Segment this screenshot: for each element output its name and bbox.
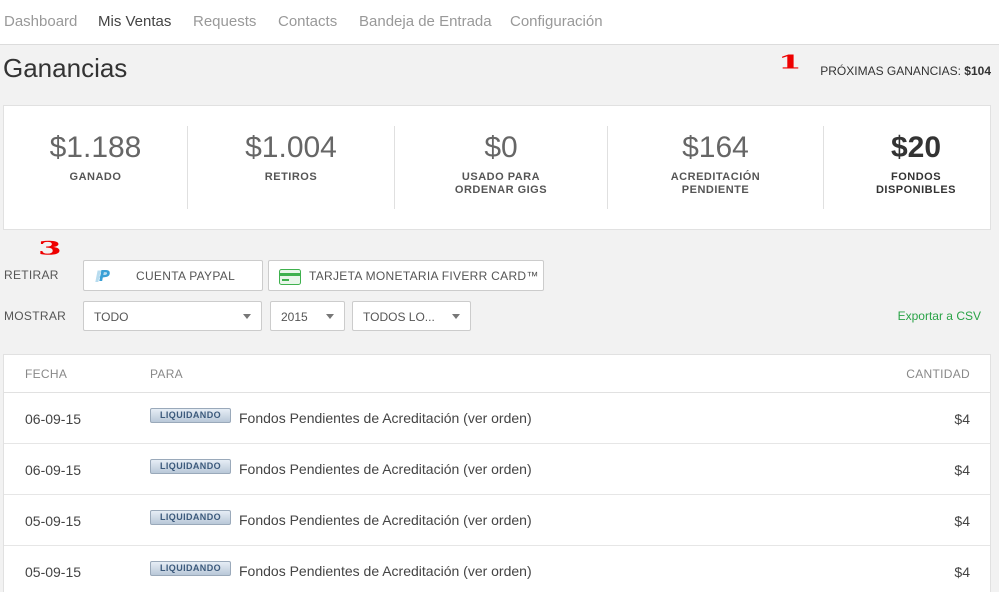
scope-select-value: TODOS LO... (363, 310, 435, 324)
chevron-down-icon (326, 314, 334, 319)
stat-label: ACREDITACIÓN PENDIENTE (608, 171, 823, 197)
row-date: 05-09-15 (25, 564, 82, 580)
page-title: Ganancias (3, 53, 128, 83)
tab-dashboard[interactable]: Dashboard (4, 13, 77, 30)
row-description-link[interactable]: Fondos Pendientes de Acreditación (ver o… (239, 461, 532, 477)
withdraw-label: RETIRAR (4, 268, 59, 282)
stat-label-line-2: PENDIENTE (681, 184, 750, 196)
stat-value: $0 (484, 131, 518, 164)
year-select[interactable]: 2015 (270, 301, 345, 331)
export-csv-link[interactable]: Exportar a CSV (898, 309, 981, 323)
row-description-link[interactable]: Fondos Pendientes de Acreditación (ver o… (239, 563, 532, 579)
tab-requests[interactable]: Requests (193, 13, 256, 30)
upcoming-earnings: PRÓXIMAS GANANCIAS: $104 (820, 64, 991, 78)
row-date: 05-09-15 (25, 513, 82, 529)
stat-label-line-2: ORDENAR GIGS (454, 184, 548, 196)
stat-label-line-1: USADO PARA (461, 171, 541, 183)
row-amount: $4 (954, 564, 970, 580)
withdraw-fiverr-card-label: TARJETA MONETARIA FIVERR CARD™ (309, 269, 539, 283)
table-row: 05-09-15 LIQUIDANDO Fondos Pendientes de… (4, 495, 990, 546)
column-header-date[interactable]: FECHA (25, 367, 67, 381)
stat-value: $20 (890, 131, 942, 164)
withdraw-paypal-button[interactable]: P P CUENTA PAYPAL (83, 260, 263, 291)
stat-label: FONDOS DISPONIBLES (824, 171, 999, 197)
tab-mis-ventas[interactable]: Mis Ventas (98, 13, 171, 30)
stat-label-line-2: DISPONIBLES (875, 184, 957, 196)
table-row: 05-09-15 LIQUIDANDO Fondos Pendientes de… (4, 546, 990, 592)
year-select-value: 2015 (281, 310, 308, 324)
stat-label: GANADO (69, 171, 122, 183)
stat-value: $1.004 (245, 131, 337, 164)
earnings-summary-panel: $1.188 GANADO $1.004 RETIROS $0 USADO PA… (3, 105, 991, 230)
table-row: 06-09-15 LIQUIDANDO Fondos Pendientes de… (4, 444, 990, 495)
stat-label-line-1: ACREDITACIÓN (670, 171, 761, 183)
show-label: MOSTRAR (4, 309, 67, 323)
status-badge: LIQUIDANDO (150, 408, 231, 423)
stat-label-line-1: FONDOS (890, 171, 942, 183)
stat-retiros: $1.004 RETIROS (188, 106, 394, 229)
row-amount: $4 (954, 462, 970, 478)
chevron-down-icon (452, 314, 460, 319)
stat-label: RETIROS (264, 171, 318, 183)
svg-text:P: P (99, 267, 110, 285)
row-amount: $4 (954, 411, 970, 427)
status-badge: LIQUIDANDO (150, 561, 231, 576)
stat-label: USADO PARA ORDENAR GIGS (395, 171, 607, 197)
upcoming-earnings-value: $104 (964, 64, 991, 78)
stat-fondos-disponibles: $20 FONDOS DISPONIBLES (824, 106, 999, 229)
tab-contacts[interactable]: Contacts (278, 13, 337, 30)
table-row: 06-09-15 LIQUIDANDO Fondos Pendientes de… (4, 393, 990, 444)
stat-usado-para-ordenar-gigs: $0 USADO PARA ORDENAR GIGS (395, 106, 607, 229)
row-amount: $4 (954, 513, 970, 529)
chevron-down-icon (243, 314, 251, 319)
stat-value: $164 (682, 131, 749, 164)
type-select[interactable]: TODO (83, 301, 262, 331)
scope-select[interactable]: TODOS LO... (352, 301, 471, 331)
annotation-marker-1: 1 (778, 51, 802, 74)
top-nav: Dashboard Mis Ventas Requests Contacts B… (0, 0, 999, 45)
stat-ganado: $1.188 GANADO (4, 106, 187, 229)
stat-acreditacion-pendiente: $164 ACREDITACIÓN PENDIENTE (608, 106, 823, 229)
row-description-link[interactable]: Fondos Pendientes de Acreditación (ver o… (239, 512, 532, 528)
transactions-table: FECHA PARA CANTIDAD 06-09-15 LIQUIDANDO … (3, 354, 991, 592)
column-header-to: PARA (150, 367, 183, 381)
annotation-marker-3: 3 (38, 237, 62, 260)
row-date: 06-09-15 (25, 411, 82, 427)
tab-bandeja-de-entrada[interactable]: Bandeja de Entrada (359, 13, 492, 30)
withdraw-paypal-label: CUENTA PAYPAL (136, 269, 236, 283)
status-badge: LIQUIDANDO (150, 510, 231, 525)
paypal-icon: P P (94, 267, 116, 288)
row-description-link[interactable]: Fondos Pendientes de Acreditación (ver o… (239, 410, 532, 426)
stat-value: $1.188 (49, 131, 142, 164)
column-header-amount[interactable]: CANTIDAD (906, 367, 970, 381)
credit-card-icon (279, 269, 301, 288)
status-badge: LIQUIDANDO (150, 459, 231, 474)
tab-configuracion[interactable]: Configuración (510, 13, 603, 30)
withdraw-fiverr-card-button[interactable]: TARJETA MONETARIA FIVERR CARD™ (268, 260, 544, 291)
upcoming-earnings-label: PRÓXIMAS GANANCIAS: (820, 64, 961, 78)
row-date: 06-09-15 (25, 462, 82, 478)
table-header: FECHA PARA CANTIDAD (4, 355, 990, 393)
type-select-value: TODO (94, 310, 129, 324)
